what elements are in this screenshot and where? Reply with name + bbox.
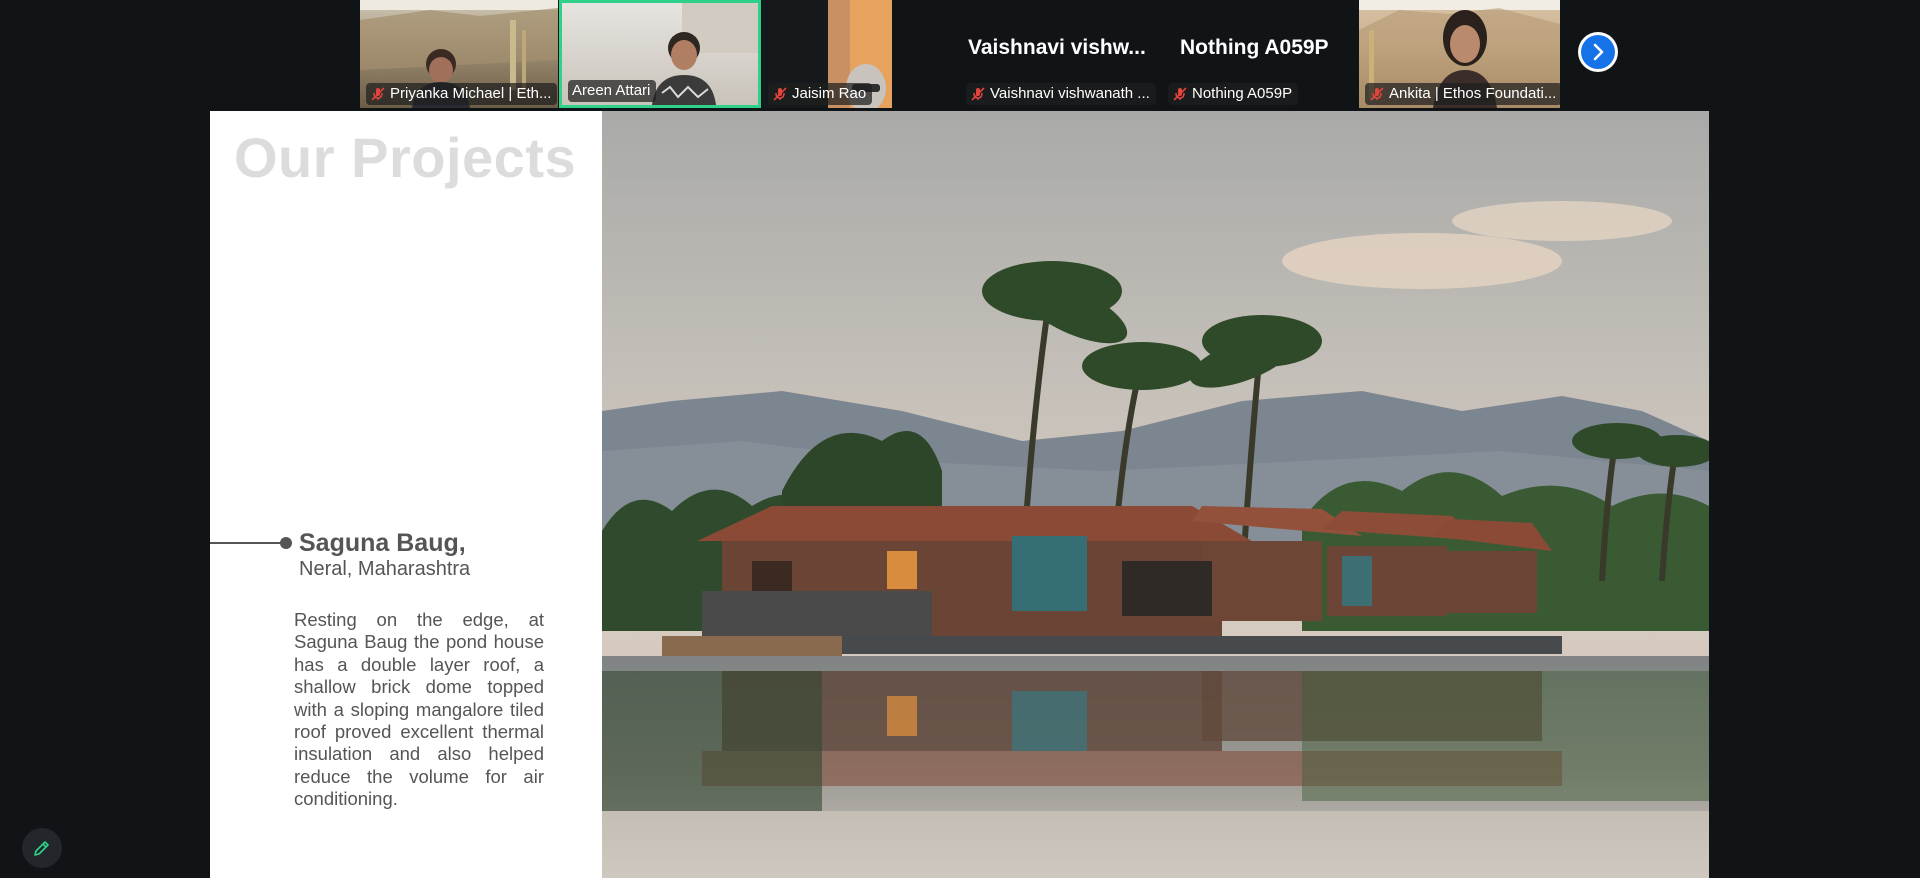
slide-title: Our Projects: [234, 126, 577, 189]
mic-off-icon: [1173, 87, 1187, 101]
participant-name-tag: Nothing A059P: [1168, 83, 1299, 105]
chevron-right-icon: [1593, 43, 1604, 61]
participant-big-name: Vaishnavi vishw...: [968, 36, 1146, 59]
participant-name: Areen Attari: [572, 82, 651, 99]
timeline-dot: [280, 537, 292, 549]
project-name: Saguna Baug,: [299, 529, 466, 557]
participant-tile-1[interactable]: Priyanka Michael | Eth...: [360, 0, 558, 108]
participant-tile-2[interactable]: Areen Attari: [559, 0, 761, 108]
timeline-line: [210, 542, 282, 544]
project-location: Neral, Maharashtra: [299, 558, 471, 580]
participant-name: Priyanka Michael | Eth...: [390, 85, 552, 102]
participant-tile-6[interactable]: Ankita | Ethos Foundati...: [1359, 0, 1560, 108]
participant-name-tag: Vaishnavi vishwanath ...: [966, 83, 1156, 105]
next-participants-button[interactable]: [1578, 32, 1618, 72]
mic-off-icon: [773, 87, 787, 101]
participant-tile-5[interactable]: Nothing A059P Nothing A059P: [1162, 0, 1362, 108]
participant-strip: Priyanka Michael | Eth... Areen Attari J…: [0, 0, 1920, 110]
participant-big-name: Nothing A059P: [1180, 36, 1329, 59]
participant-name-tag: Priyanka Michael | Eth...: [366, 83, 558, 105]
participant-name-tag: Areen Attari: [568, 80, 657, 102]
mic-off-icon: [371, 87, 385, 101]
participant-tile-3[interactable]: Jaisim Rao: [762, 0, 892, 108]
participant-name-tag: Jaisim Rao: [768, 83, 873, 105]
shared-screen-slide: Our Projects Saguna Baug, Neral, Maharas…: [210, 111, 1709, 878]
participant-tile-4[interactable]: Vaishnavi vishw... Vaishnavi vishwanath …: [960, 0, 1161, 108]
mic-off-icon: [971, 87, 985, 101]
project-description: Resting on the edge, at Saguna Baug the …: [294, 609, 544, 810]
project-photo: [602, 111, 1709, 878]
participant-name: Vaishnavi vishwanath ...: [990, 85, 1150, 102]
participant-name: Ankita | Ethos Foundati...: [1389, 85, 1557, 102]
participant-name: Jaisim Rao: [792, 85, 867, 102]
mic-off-icon: [1370, 87, 1384, 101]
participant-name: Nothing A059P: [1192, 85, 1293, 102]
participant-name-tag: Ankita | Ethos Foundati...: [1365, 83, 1560, 105]
pencil-icon: [34, 841, 49, 856]
annotate-button[interactable]: [22, 828, 62, 868]
